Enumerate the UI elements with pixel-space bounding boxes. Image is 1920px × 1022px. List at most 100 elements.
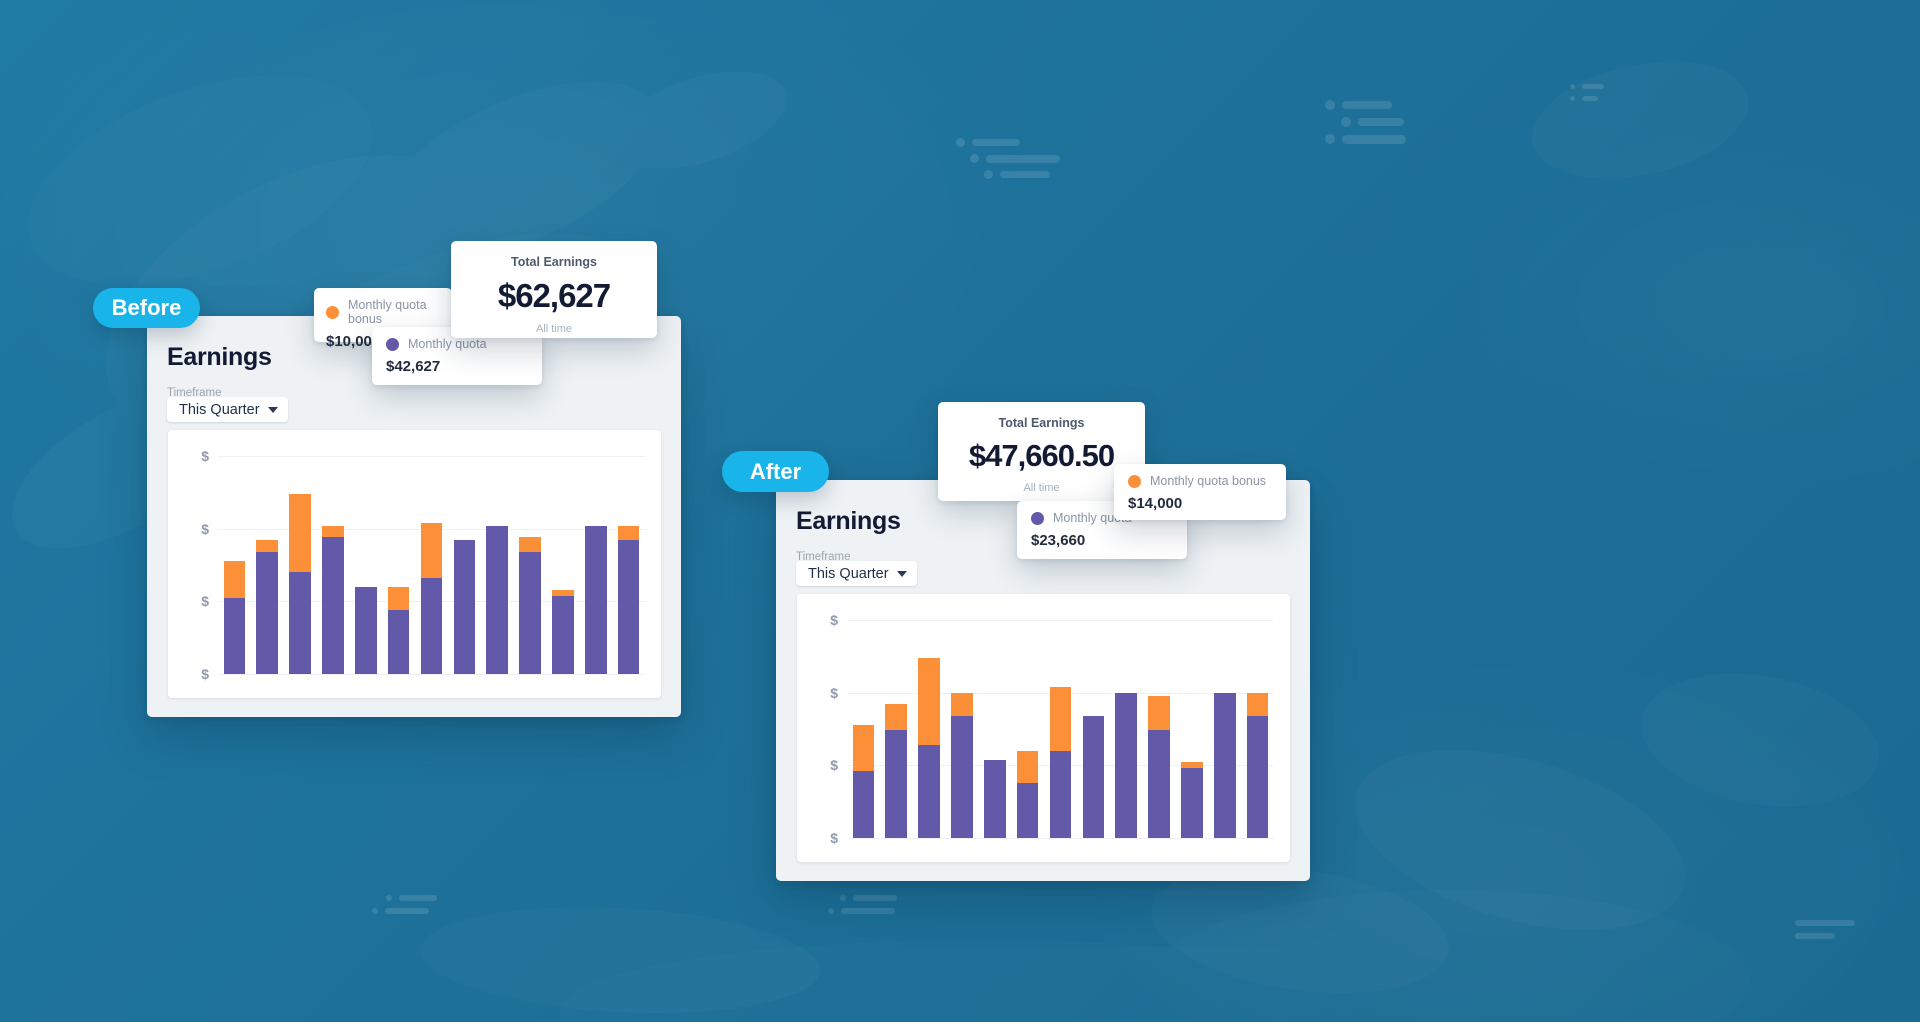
chart-bar-segment-quota — [1181, 768, 1203, 838]
chart-bar-segment-bonus — [322, 525, 344, 538]
chart-bar[interactable] — [617, 456, 640, 674]
after-total-caption: Total Earnings — [998, 416, 1085, 430]
before-panel-title: Earnings — [167, 343, 272, 371]
before-legend-quota-name: Monthly quota — [408, 337, 487, 351]
chart-bar[interactable] — [885, 620, 908, 838]
chart-bar[interactable] — [1181, 620, 1203, 838]
before-total-earnings-card: Total Earnings $62,627 All time — [451, 241, 657, 338]
after-timeframe-select[interactable]: This Quarter — [796, 561, 917, 586]
chart-gridline — [218, 674, 645, 675]
after-legend-quota-value: $23,660 — [1031, 532, 1086, 549]
before-total-subtitle: All time — [535, 323, 573, 335]
chart-bar-segment-bonus — [617, 525, 640, 541]
chart-bar[interactable] — [420, 456, 443, 674]
before-chart-card: $ $ $ $ — [168, 430, 661, 698]
chart-bar[interactable] — [1148, 620, 1170, 838]
chart-bar-segment-quota — [1016, 782, 1039, 838]
before-legend-bonus-name: Monthly quota bonus — [348, 298, 427, 326]
chart-bar[interactable] — [322, 456, 344, 674]
bg-decoration-top-right — [1325, 100, 1406, 151]
chart-bar[interactable] — [1049, 620, 1072, 838]
chart-y-axis-label: $ — [830, 757, 838, 774]
chart-bar[interactable] — [223, 456, 246, 674]
chart-bar[interactable] — [983, 620, 1006, 838]
before-timeframe-select[interactable]: This Quarter — [167, 397, 288, 422]
chart-bar-segment-bonus — [223, 560, 246, 599]
chart-bar-segment-quota — [1246, 715, 1269, 838]
bg-decoration-far-top-right — [1570, 84, 1604, 108]
chart-bar-segment-quota — [951, 715, 973, 838]
chart-bar-segment-quota — [1082, 715, 1105, 838]
chart-bar-segment-quota — [584, 525, 607, 674]
chart-bar-segment-quota — [1213, 692, 1236, 838]
chart-bar-segment-quota — [983, 759, 1006, 838]
before-badge-label: Before — [111, 295, 182, 320]
chart-bar[interactable] — [918, 620, 940, 838]
chart-bar[interactable] — [951, 620, 973, 838]
chart-bar-segment-bonus — [552, 589, 574, 596]
chart-bar-segment-quota — [420, 578, 443, 674]
chevron-down-icon — [268, 406, 278, 413]
chart-bar[interactable] — [256, 456, 279, 674]
bg-decoration-bottom-center — [828, 895, 897, 921]
chart-bar-segment-quota — [387, 610, 410, 674]
chart-y-axis-label: $ — [201, 593, 209, 610]
chart-bar-segment-quota — [519, 551, 541, 674]
chart-bar-segment-quota — [486, 525, 509, 674]
chart-bar[interactable] — [1082, 620, 1105, 838]
chart-bar-segment-quota — [885, 730, 908, 838]
after-legend-bonus-name: Monthly quota bonus — [1150, 474, 1267, 488]
after-chart-plot: $ $ $ $ — [830, 612, 1274, 846]
bonus-dot-icon — [1128, 474, 1141, 488]
chart-bar-segment-bonus — [885, 704, 908, 731]
chart-bar[interactable] — [1115, 620, 1138, 838]
chart-bar[interactable] — [354, 456, 377, 674]
chart-bar-segment-bonus — [1246, 692, 1269, 716]
bg-decoration-top-center — [956, 138, 1060, 186]
chart-bar-segment-bonus — [1181, 762, 1203, 769]
chart-bar[interactable] — [852, 620, 875, 838]
chart-bar[interactable] — [1213, 620, 1236, 838]
chart-bar[interactable] — [552, 456, 574, 674]
chart-bar-segment-bonus — [519, 537, 541, 552]
chart-y-axis-label: $ — [201, 520, 209, 537]
chart-bar-segment-bonus — [387, 586, 410, 611]
chart-bar-segment-bonus — [1148, 695, 1170, 731]
chart-bar-segment-bonus — [852, 724, 875, 772]
quota-dot-icon — [386, 337, 399, 351]
chart-bar-segment-bonus — [951, 692, 973, 716]
before-chart-plot: $ $ $ $ — [201, 448, 645, 682]
chart-bar[interactable] — [289, 456, 311, 674]
before-total-caption: Total Earnings — [511, 255, 597, 269]
chart-bar[interactable] — [1246, 620, 1269, 838]
chart-bar-segment-quota — [289, 572, 311, 674]
before-legend-quota-row: Monthly quota — [386, 337, 528, 351]
chart-bar[interactable] — [453, 456, 476, 674]
chart-bar-segment-quota — [322, 537, 344, 674]
chart-bar-segment-quota — [918, 745, 940, 838]
after-badge: After — [722, 451, 829, 492]
after-timeframe-value: This Quarter — [808, 565, 889, 582]
chart-bar-segment-quota — [354, 586, 377, 674]
chart-bar-segment-bonus — [918, 657, 940, 745]
chart-bar[interactable] — [387, 456, 410, 674]
chart-bar[interactable] — [584, 456, 607, 674]
chart-y-axis-label: $ — [830, 830, 838, 846]
chart-bar[interactable] — [1016, 620, 1039, 838]
chart-bar-segment-quota — [617, 540, 640, 674]
bg-decoration-bottom-left — [372, 895, 437, 921]
before-legend-bonus-row: Monthly quota bonus — [326, 298, 440, 326]
before-total-value: $62,627 — [497, 277, 611, 314]
chart-bar-segment-quota — [1148, 730, 1170, 838]
page-background: Earnings Timeframe This Quarter $ $ $ $ Bef… — [0, 0, 1920, 1022]
after-legend-bonus-row: Monthly quota bonus — [1128, 474, 1272, 488]
before-badge: Before — [93, 288, 200, 328]
chevron-down-icon — [897, 570, 907, 577]
chart-bar-segment-quota — [852, 771, 875, 838]
chart-bar[interactable] — [519, 456, 541, 674]
chart-bar-segment-quota — [223, 598, 246, 674]
chart-bar[interactable] — [486, 456, 509, 674]
chart-bar-segment-bonus — [256, 540, 279, 552]
after-total-subtitle: All time — [1023, 482, 1060, 494]
after-panel-title: Earnings — [796, 507, 901, 535]
